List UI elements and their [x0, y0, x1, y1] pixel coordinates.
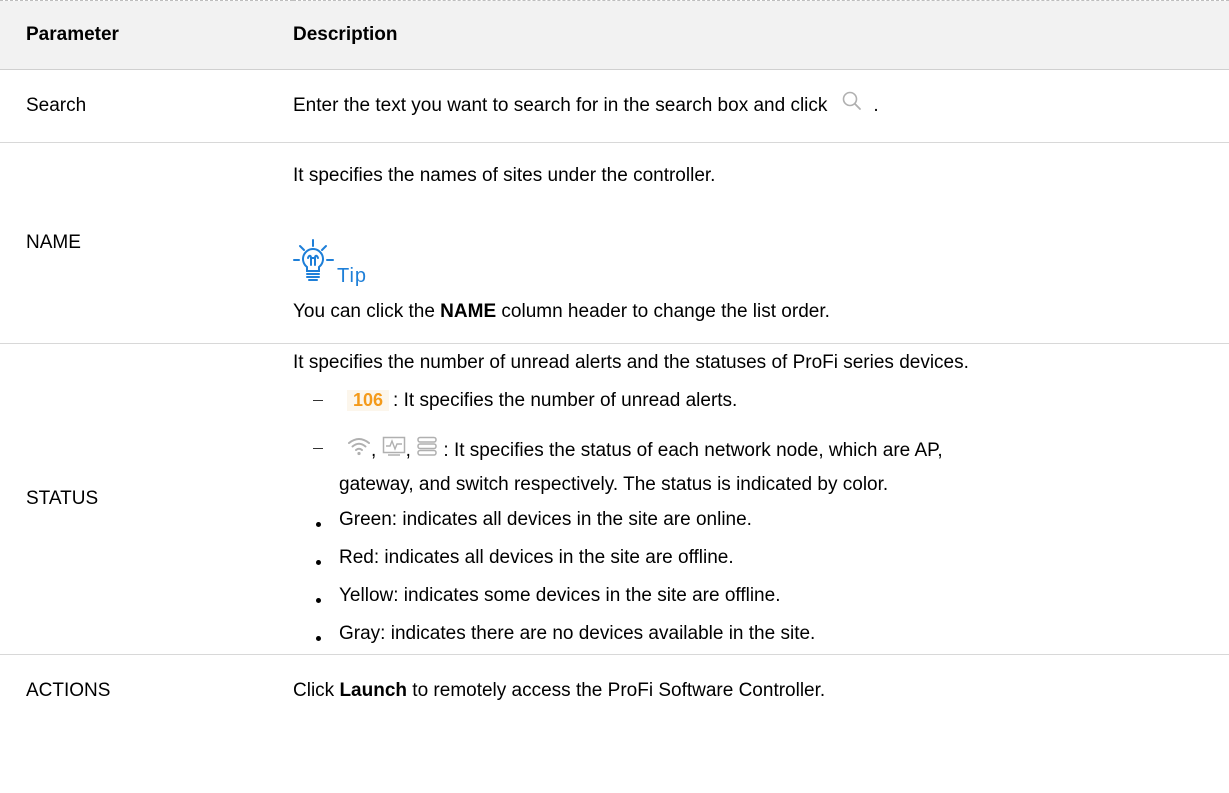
- lightbulb-icon: [293, 238, 335, 294]
- tip-block: Tip: [293, 238, 367, 294]
- node-line: , , : It specifies the status of each ne…: [347, 436, 943, 464]
- param-actions: ACTIONS: [26, 680, 111, 701]
- bullet-marker: [316, 598, 321, 603]
- icon-separator: ,: [371, 440, 377, 462]
- gateway-icon: [382, 436, 406, 462]
- name-tip-text: You can click the NAME column header to …: [293, 301, 830, 323]
- header-parameter: Parameter: [0, 0, 293, 70]
- tip-text-end: column header to change the list order.: [496, 301, 830, 322]
- search-icon: [841, 90, 863, 118]
- icon-separator: ,: [405, 440, 411, 462]
- bullet-marker: [316, 636, 321, 641]
- list-item: Green: indicates all devices in the site…: [339, 509, 752, 530]
- table-row: Search Enter the text you want to search…: [0, 69, 1229, 143]
- table-row: NAME It specifies the names of sites und…: [0, 142, 1229, 344]
- bullet-marker: [316, 522, 321, 527]
- desc-search: Enter the text you want to search for in…: [293, 69, 1229, 143]
- search-desc-text: Enter the text you want to search for in…: [293, 95, 828, 117]
- param-search: Search: [0, 69, 293, 143]
- alert-line-text: : It specifies the number of unread aler…: [393, 390, 738, 411]
- parameter-table: Parameter Description Search Enter the t…: [0, 0, 1229, 727]
- actions-text-start: Click: [293, 680, 340, 701]
- param-name: NAME: [0, 142, 293, 344]
- dash-marker: [313, 400, 323, 401]
- tip-text-bold: NAME: [440, 301, 497, 322]
- table-row: ACTIONS Click Launch to remotely access …: [0, 655, 1229, 728]
- tip-label: Tip: [337, 265, 368, 287]
- wifi-icon: [347, 436, 371, 462]
- name-desc-line: It specifies the names of sites under th…: [293, 165, 716, 186]
- list-item: Gray: indicates there are no devices ava…: [339, 623, 816, 644]
- table-row: STATUS It specifies the number of unread…: [0, 343, 1229, 655]
- dash-marker: [313, 448, 323, 449]
- actions-text-end: to remotely access the ProFi Software Co…: [407, 680, 826, 701]
- actions-text-bold: Launch: [339, 680, 408, 701]
- node-line-continued: gateway, and switch respectively. The st…: [339, 474, 889, 495]
- alert-line: 106: It specifies the number of unread a…: [347, 390, 737, 412]
- desc-status: It specifies the number of unread alerts…: [293, 343, 1229, 655]
- switch-icon: [416, 436, 438, 462]
- table-header-row: Parameter Description: [0, 0, 1229, 70]
- tip-text-start: You can click the: [293, 301, 441, 322]
- node-line-text: : It specifies the status of each networ…: [443, 440, 943, 462]
- header-description: Description: [293, 0, 1229, 70]
- desc-actions: Click Launch to remotely access the ProF…: [293, 655, 1229, 728]
- status-desc-line: It specifies the number of unread alerts…: [293, 352, 969, 373]
- search-desc-end: .: [873, 95, 879, 117]
- alert-count-badge: 106: [347, 390, 390, 411]
- list-item: Red: indicates all devices in the site a…: [339, 547, 734, 568]
- desc-name: It specifies the names of sites under th…: [293, 142, 1229, 344]
- bullet-marker: [316, 560, 321, 565]
- list-item: Yellow: indicates some devices in the si…: [339, 585, 781, 606]
- param-status: STATUS: [0, 343, 293, 655]
